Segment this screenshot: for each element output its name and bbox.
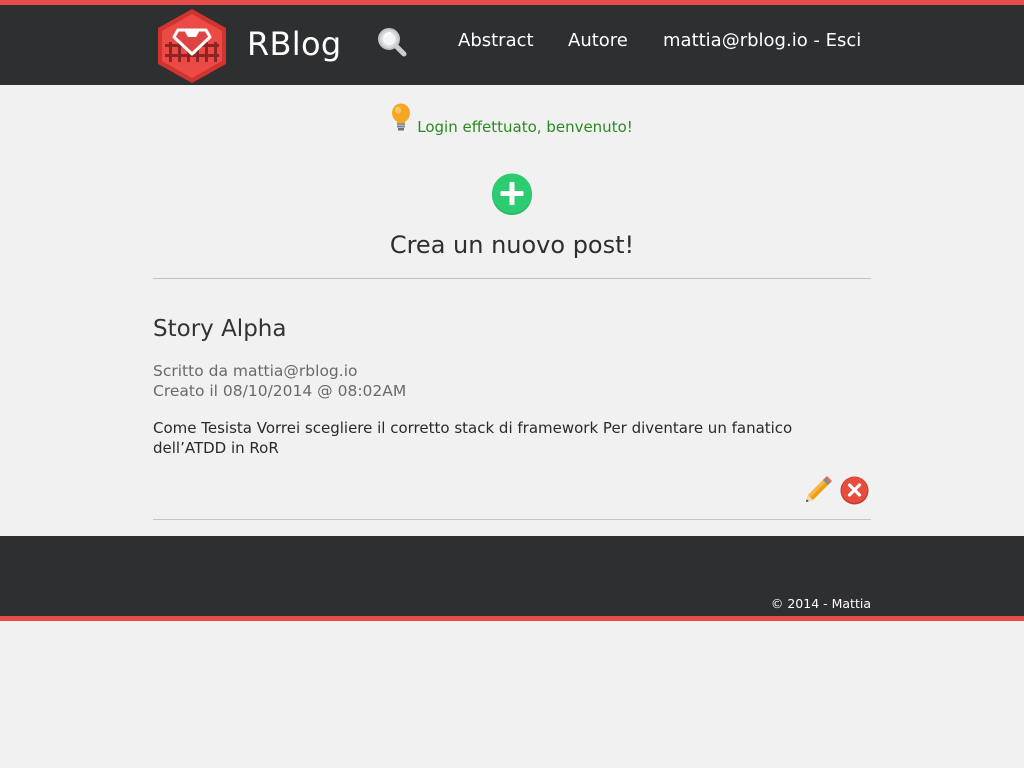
search-icon[interactable] bbox=[376, 26, 408, 58]
nav-abstract-link[interactable]: Abstract bbox=[458, 29, 534, 53]
post-body: Come Tesista Vorrei scegliere il corrett… bbox=[153, 419, 793, 457]
pencil-icon[interactable] bbox=[803, 475, 833, 505]
page-footer: © 2014 - Mattia bbox=[0, 536, 1024, 621]
post-created-date: Creato il 08/10/2014 @ 08:02AM bbox=[153, 382, 407, 400]
flash-message: Login effettuato, benvenuto! bbox=[417, 118, 633, 136]
new-post-link[interactable]: Crea un nuovo post! bbox=[0, 230, 1024, 260]
post-title-link[interactable]: Story Alpha bbox=[153, 313, 286, 345]
new-post-section: Crea un nuovo post! bbox=[0, 173, 1024, 259]
copyright-text: © 2014 - Mattia bbox=[770, 596, 871, 611]
close-circle-icon[interactable] bbox=[840, 476, 869, 505]
rblog-logo-icon[interactable] bbox=[152, 6, 232, 86]
nav-autore-link[interactable]: Autore bbox=[568, 29, 628, 53]
post-author: Scritto da mattia@rblog.io bbox=[153, 362, 358, 380]
top-navbar: RBlog Abstract Autore mattia@rblog.io - … bbox=[0, 0, 1024, 85]
divider bbox=[153, 519, 871, 520]
plus-circle-icon[interactable] bbox=[491, 173, 533, 215]
lightbulb-icon bbox=[392, 103, 411, 131]
nav-user-logout-link[interactable]: mattia@rblog.io - Esci bbox=[663, 29, 861, 53]
divider bbox=[153, 278, 871, 279]
main-content bbox=[0, 85, 1024, 536]
brand-title[interactable]: RBlog bbox=[247, 24, 341, 64]
flash-notice: Login effettuato, benvenuto! bbox=[0, 103, 1024, 143]
